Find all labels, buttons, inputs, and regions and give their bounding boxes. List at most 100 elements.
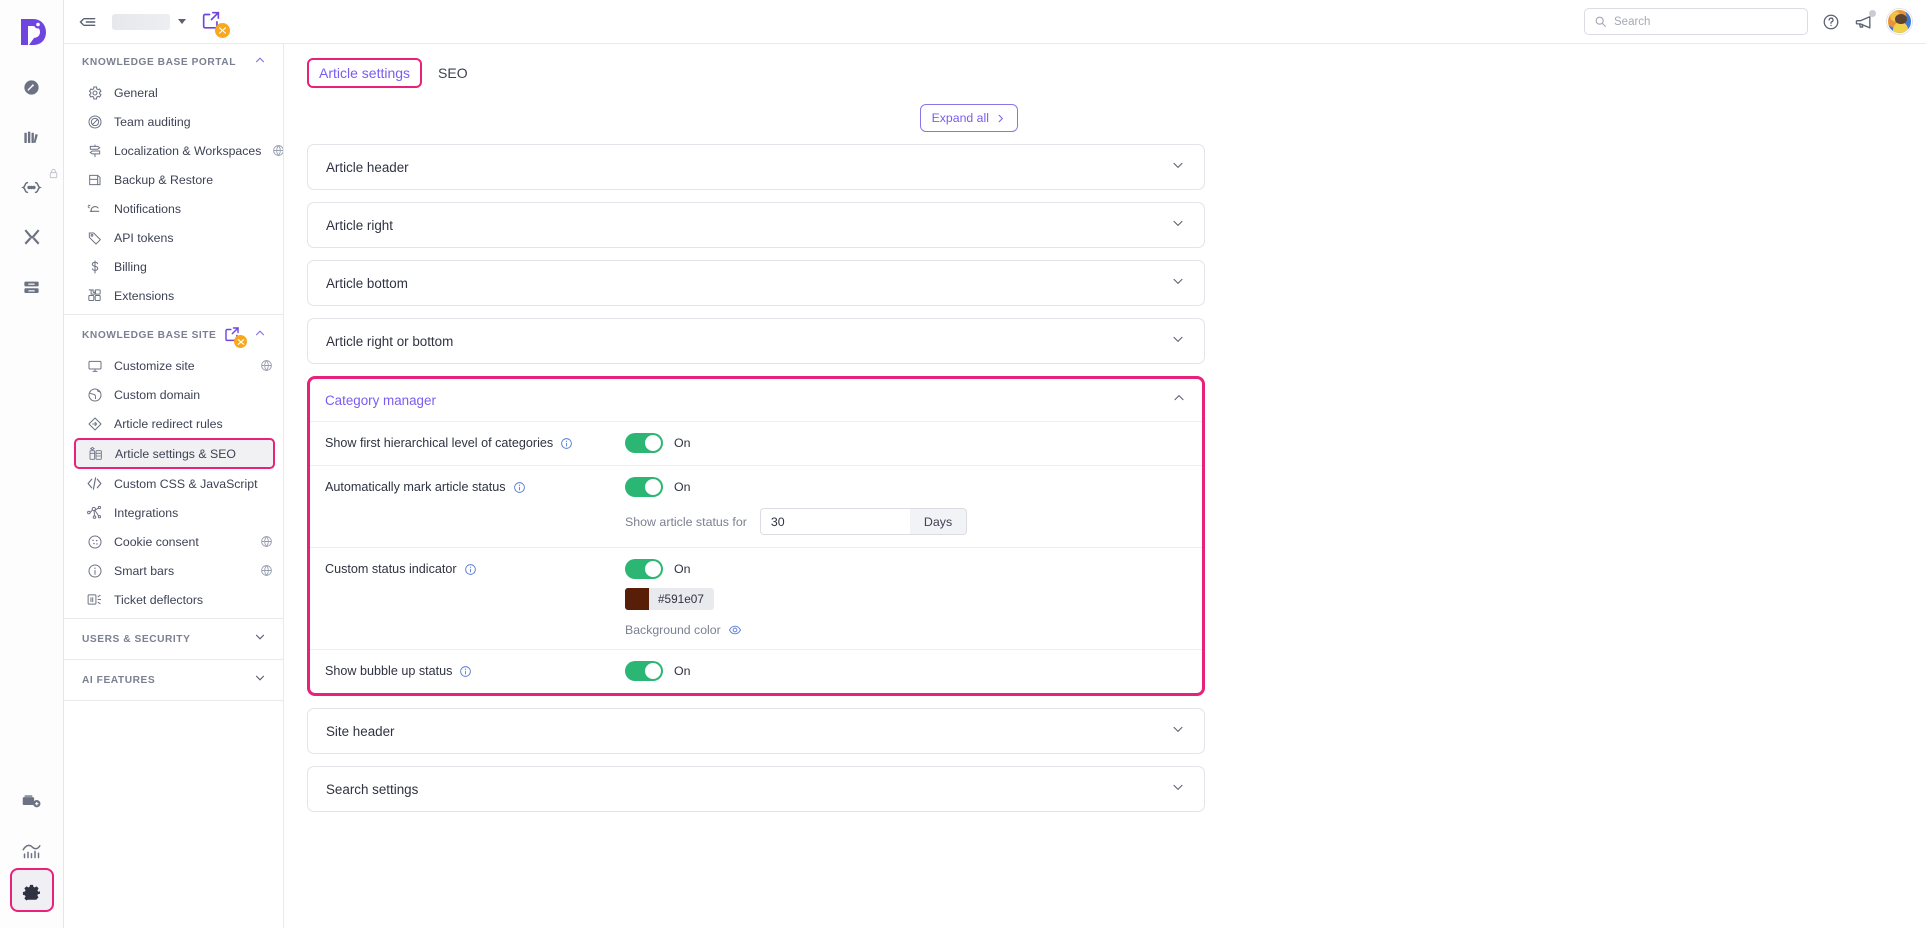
sidebar-item-localization-workspaces[interactable]: Localization & Workspaces <box>64 136 283 165</box>
sidebar-item-custom-domain[interactable]: Custom domain <box>64 380 283 409</box>
panel-article-right[interactable]: Article right <box>307 202 1205 248</box>
info-icon[interactable] <box>464 563 477 576</box>
sidebar-item-team-auditing[interactable]: Team auditing <box>64 107 283 136</box>
api-docs-icon[interactable] <box>15 170 49 204</box>
panel-category-manager-inner: Category manager Show first hierarchical… <box>310 379 1202 693</box>
background-color-label: Background color <box>625 623 721 637</box>
sidebar-group-knowledge-base-site[interactable]: KNOWLEDGE BASE SITE <box>64 319 283 351</box>
panel-header[interactable]: Article right <box>308 203 1204 247</box>
toggle-state-label: On <box>674 480 691 494</box>
sidebar-item-general[interactable]: General <box>64 78 283 107</box>
app-rail <box>0 0 64 928</box>
sidebar-divider <box>64 618 283 619</box>
sidebar-group-label: KNOWLEDGE BASE SITE <box>82 330 223 341</box>
collapse-sidebar-icon[interactable] <box>78 12 98 32</box>
color-picker-chip[interactable]: #591e07 <box>625 588 714 610</box>
chevron-down-icon <box>1170 157 1186 178</box>
avatar[interactable] <box>1887 9 1912 34</box>
panel-category-manager[interactable]: Category manager Show first hierarchical… <box>307 376 1205 696</box>
chevron-up-icon <box>253 53 267 72</box>
chevron-down-icon <box>1170 273 1186 294</box>
search-box[interactable] <box>1584 8 1808 35</box>
toggle-state-label: On <box>674 436 691 450</box>
portal-selector[interactable] <box>112 14 186 30</box>
info-circle-icon <box>86 562 103 579</box>
info-icon[interactable] <box>560 437 573 450</box>
globe-icon <box>260 564 273 577</box>
sidebar-group-knowledge-base-portal[interactable]: KNOWLEDGE BASE PORTAL <box>64 46 283 78</box>
toggle-show-first-hierarchical-level[interactable] <box>625 433 663 453</box>
toggle-state-label: On <box>674 562 691 576</box>
sidebar-divider <box>64 314 283 315</box>
panel-header[interactable]: Site header <box>308 709 1204 753</box>
toggle-show-bubble-up-status[interactable] <box>625 661 663 681</box>
sidebar-item-backup-restore[interactable]: Backup & Restore <box>64 165 283 194</box>
dashboard-icon[interactable] <box>15 70 49 104</box>
tab-seo[interactable]: SEO <box>426 58 480 88</box>
sidebar-item-label: General <box>114 86 158 100</box>
panel-header[interactable]: Search settings <box>308 767 1204 811</box>
panel-header[interactable]: Article header <box>308 145 1204 189</box>
help-circle-icon[interactable] <box>1822 13 1840 31</box>
widget-icon[interactable] <box>15 784 49 818</box>
documentation-icon[interactable] <box>15 120 49 154</box>
tools-icon[interactable] <box>15 220 49 254</box>
sidebar-item-customize-site[interactable]: Customize site <box>64 351 283 380</box>
sidebar-divider <box>64 700 283 701</box>
search-input[interactable] <box>1614 16 1798 28</box>
panel-site-header[interactable]: Site header <box>307 708 1205 754</box>
sidebar-item-cookie-consent[interactable]: Cookie consent <box>64 527 283 556</box>
tab-bar: Article settings SEO <box>285 44 1926 88</box>
panel-header[interactable]: Article bottom <box>308 261 1204 305</box>
topbar-right-group <box>1584 8 1926 35</box>
chevron-down-icon <box>253 671 267 690</box>
info-icon[interactable] <box>459 665 472 678</box>
sidebar-item-article-settings-seo[interactable]: Article settings & SEO <box>74 438 275 469</box>
sidebar-item-api-tokens[interactable]: API tokens <box>64 223 283 252</box>
sidebar-item-label: Ticket deflectors <box>114 593 203 607</box>
sidebar-item-integrations[interactable]: Integrations <box>64 498 283 527</box>
chevron-down-icon <box>178 19 186 24</box>
analytics-icon[interactable] <box>15 834 49 868</box>
sidebar-group-users-security[interactable]: USERS & SECURITY <box>64 623 283 655</box>
panel-header[interactable]: Category manager <box>310 379 1202 421</box>
expand-all-button[interactable]: Expand all <box>920 104 1018 132</box>
toggle-automatically-mark-article-status[interactable] <box>625 477 663 497</box>
color-hex-value: #591e07 <box>649 588 704 610</box>
article-status-days-input[interactable] <box>760 508 910 535</box>
tab-article-settings[interactable]: Article settings <box>307 58 422 88</box>
chevron-up-icon <box>1171 390 1187 411</box>
sidebar-group-ai-features[interactable]: AI FEATURES <box>64 664 283 696</box>
panel-article-header[interactable]: Article header <box>307 144 1205 190</box>
info-icon[interactable] <box>513 481 526 494</box>
integrations-icon <box>86 504 103 521</box>
panel-article-bottom[interactable]: Article bottom <box>307 260 1205 306</box>
sidebar-item-article-redirect-rules[interactable]: Article redirect rules <box>64 409 283 438</box>
setting-label: Show first hierarchical level of categor… <box>325 436 553 450</box>
sidebar-item-billing[interactable]: Billing <box>64 252 283 281</box>
toggle-custom-status-indicator[interactable] <box>625 559 663 579</box>
open-site-button[interactable] <box>200 9 226 35</box>
sidebar-item-smart-bars[interactable]: Smart bars <box>64 556 283 585</box>
setting-control: On <box>625 650 1187 693</box>
sidebar-item-notifications[interactable]: Notifications <box>64 194 283 223</box>
tab-label: SEO <box>438 65 468 81</box>
panel-header[interactable]: Article right or bottom <box>308 319 1204 363</box>
setting-row-show-first-hierarchical-level: Show first hierarchical level of categor… <box>310 421 1202 465</box>
drive-icon[interactable] <box>15 270 49 304</box>
days-field: Days <box>760 508 967 535</box>
panel-search-settings[interactable]: Search settings <box>307 766 1205 812</box>
settings-gear-icon[interactable] <box>10 868 54 912</box>
preview-eye-icon[interactable] <box>728 623 742 637</box>
open-site-external-icon[interactable] <box>223 325 243 345</box>
sidebar-item-label: Extensions <box>114 289 174 303</box>
sidebar-item-extensions[interactable]: Extensions <box>64 281 283 310</box>
panel-article-right-or-bottom[interactable]: Article right or bottom <box>307 318 1205 364</box>
sidebar-item-custom-css-javascript[interactable]: Custom CSS & JavaScript <box>64 469 283 498</box>
sidebar-item-label: Billing <box>114 260 147 274</box>
topbar <box>64 0 1926 44</box>
document360-logo[interactable] <box>10 10 54 54</box>
megaphone-icon[interactable] <box>1854 12 1873 31</box>
sidebar-item-ticket-deflectors[interactable]: Ticket deflectors <box>64 585 283 614</box>
days-unit-button[interactable]: Days <box>910 508 967 535</box>
